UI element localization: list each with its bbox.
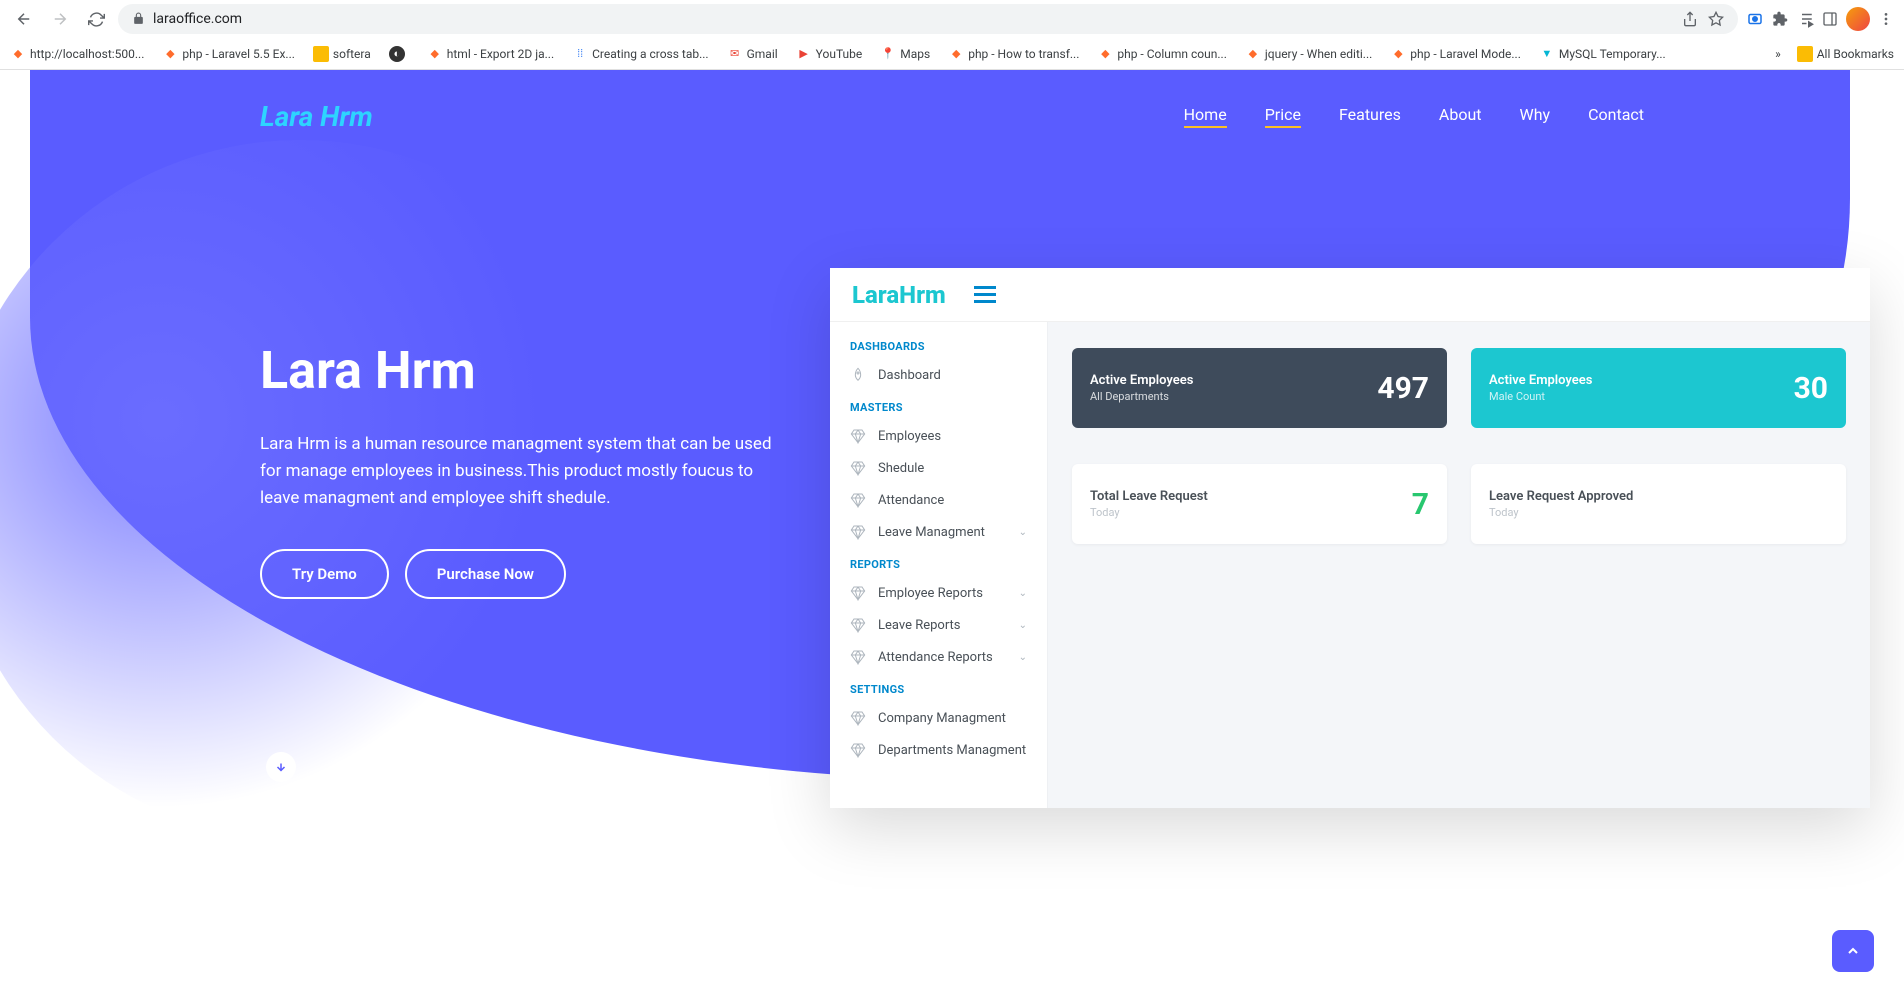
bookmark-item[interactable]: ◐ — [389, 46, 409, 62]
bookmark-item[interactable]: ◆http://localhost:500... — [10, 46, 144, 62]
bookmark-item[interactable]: ▶YouTube — [796, 46, 863, 62]
bookmark-item[interactable]: ⁞⁞Creating a cross tab... — [572, 46, 708, 62]
chrome-actions — [1746, 7, 1894, 31]
hamburger-icon[interactable] — [974, 286, 996, 303]
sidebar-section-header: DASHBOARDS — [830, 330, 1047, 359]
bookmark-item[interactable]: softera — [313, 46, 371, 62]
main-nav: Home Price Features About Why Contact — [1184, 105, 1644, 128]
hero-title: Lara Hrm — [260, 340, 780, 401]
url-actions — [1682, 11, 1724, 27]
nav-link-about[interactable]: About — [1439, 105, 1482, 128]
bookmark-item[interactable]: 📍Maps — [880, 46, 930, 62]
bookmark-item[interactable]: ▼MySQL Temporary... — [1539, 46, 1666, 62]
sidebar-item[interactable]: Dashboard — [830, 359, 1047, 391]
sidebar-item[interactable]: Employees — [830, 420, 1047, 452]
back-button[interactable] — [10, 5, 38, 33]
playlist-icon[interactable] — [1796, 10, 1814, 28]
extensions-icon[interactable] — [1772, 11, 1788, 27]
stat-card: Active EmployeesMale Count30 — [1471, 348, 1846, 428]
record-icon[interactable] — [1746, 10, 1764, 28]
bookmark-item[interactable]: ◆php - Laravel Mode... — [1390, 46, 1521, 62]
site-header: Lara Hrm Home Price Features About Why Contac… — [0, 100, 1904, 133]
sidebar-section-header: MASTERS — [830, 391, 1047, 420]
bookmarks-bar: ◆http://localhost:500... ◆php - Laravel 5… — [0, 38, 1904, 70]
all-bookmarks[interactable]: All Bookmarks — [1797, 46, 1894, 62]
stat-card: Active EmployeesAll Departments497 — [1072, 348, 1447, 428]
address-bar[interactable]: laraoffice.com — [118, 4, 1738, 34]
preview-main: Active EmployeesAll Departments497 Active… — [1048, 268, 1870, 808]
sidebar-item[interactable]: Shedule — [830, 452, 1047, 484]
preview-sidebar: DASHBOARDSDashboardMASTERSEmployeesShedu… — [830, 268, 1048, 808]
nav-link-features[interactable]: Features — [1339, 105, 1401, 128]
page-content: Lara Hrm Home Price Features About Why Contac… — [0, 70, 1904, 1002]
stat-card: Leave Request ApprovedToday — [1471, 464, 1846, 544]
bookmark-item[interactable]: ◆php - Column coun... — [1097, 46, 1227, 62]
nav-link-why[interactable]: Why — [1520, 105, 1551, 128]
hero-section: Lara Hrm Lara Hrm is a human resource ma… — [260, 340, 780, 599]
profile-avatar[interactable] — [1846, 7, 1870, 31]
sidebar-item[interactable]: Leave Managment⌄ — [830, 516, 1047, 548]
url-text: laraoffice.com — [153, 11, 242, 27]
scroll-to-top-button[interactable] — [1832, 930, 1874, 972]
sidebar-section-header: REPORTS — [830, 548, 1047, 577]
sidebar-item[interactable]: Company Managment — [830, 702, 1047, 734]
sidebar-section-header: SETTINGS — [830, 673, 1047, 702]
bookmark-item[interactable]: ◆php - Laravel 5.5 Ex... — [162, 46, 295, 62]
sidebar-item[interactable]: Attendance — [830, 484, 1047, 516]
try-demo-button[interactable]: Try Demo — [260, 549, 389, 599]
bookmark-item[interactable]: ✉Gmail — [727, 46, 778, 62]
scroll-indicator[interactable] — [266, 752, 296, 782]
preview-header: LaraHrm — [830, 268, 1870, 322]
dashboard-preview: LaraHrm DASHBOARDSDashboardMASTERSEmploy… — [830, 268, 1870, 808]
star-icon[interactable] — [1708, 11, 1724, 27]
hero-description: Lara Hrm is a human resource managment s… — [260, 431, 780, 513]
lock-icon — [132, 10, 145, 29]
forward-button[interactable] — [46, 5, 74, 33]
site-logo[interactable]: Lara Hrm — [260, 100, 373, 133]
panel-icon[interactable] — [1822, 11, 1838, 27]
nav-link-contact[interactable]: Contact — [1588, 105, 1644, 128]
bookmark-item[interactable]: ◆php - How to transf... — [948, 46, 1079, 62]
share-icon[interactable] — [1682, 11, 1698, 27]
stat-card: Total Leave RequestToday7 — [1072, 464, 1447, 544]
purchase-button[interactable]: Purchase Now — [405, 549, 566, 599]
sidebar-item[interactable]: Employee Reports⌄ — [830, 577, 1047, 609]
browser-toolbar: laraoffice.com — [0, 0, 1904, 38]
preview-logo: LaraHrm — [852, 281, 946, 309]
reload-button[interactable] — [82, 5, 110, 33]
bookmark-item[interactable]: ◆html - Export 2D ja... — [427, 46, 554, 62]
sidebar-item[interactable]: Departments Managment — [830, 734, 1047, 766]
sidebar-item[interactable]: Attendance Reports⌄ — [830, 641, 1047, 673]
sidebar-item[interactable]: Leave Reports⌄ — [830, 609, 1047, 641]
bookmark-item[interactable]: ◆jquery - When editi... — [1245, 46, 1372, 62]
nav-link-home[interactable]: Home — [1184, 105, 1227, 128]
menu-icon[interactable] — [1878, 11, 1894, 27]
nav-link-price[interactable]: Price — [1265, 105, 1301, 128]
bookmarks-overflow[interactable]: » — [1775, 47, 1781, 61]
